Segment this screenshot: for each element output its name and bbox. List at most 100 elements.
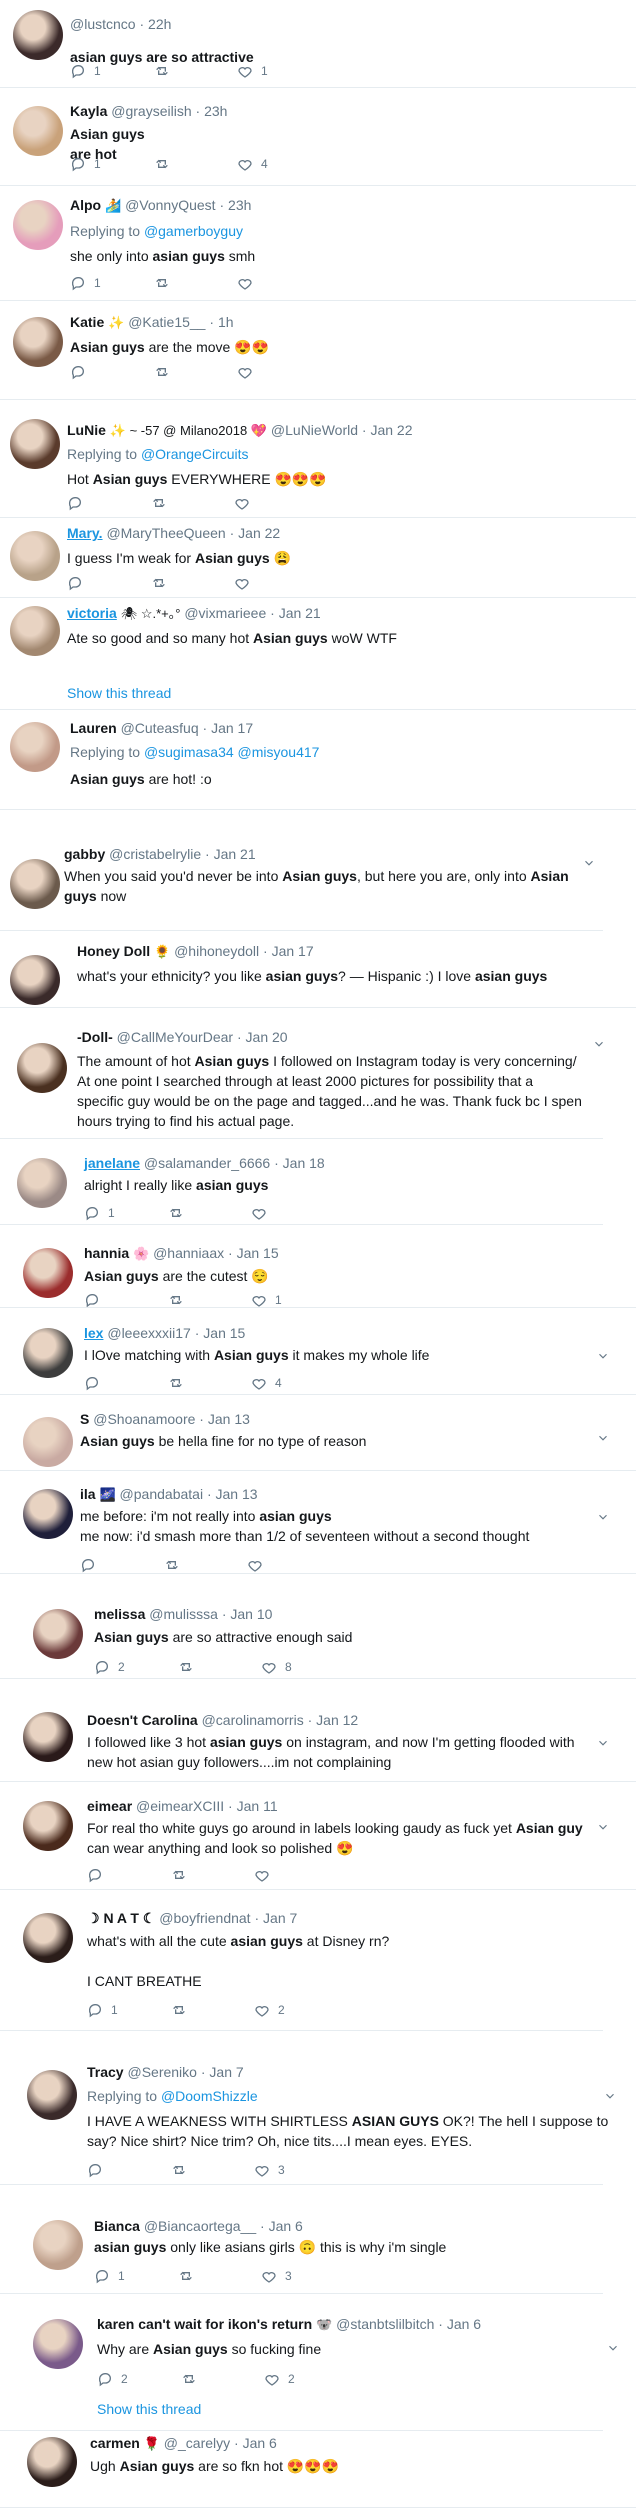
retweet-button[interactable] (151, 494, 175, 512)
display-name[interactable]: Honey Doll (77, 943, 150, 959)
display-name[interactable]: Alpo (70, 197, 101, 213)
chevron-down-icon[interactable] (596, 1431, 610, 1445)
chevron-down-icon[interactable] (596, 1349, 610, 1363)
display-name[interactable]: Bianca (94, 2218, 140, 2234)
tweet[interactable]: eimear @eimearXCIII · Jan 11 For real tho… (0, 1791, 636, 1890)
tweet[interactable]: Honey Doll 🌻 @hihoneydoll · Jan 17 what's… (0, 941, 636, 1008)
reply-button[interactable]: 1 (70, 155, 101, 173)
timestamp[interactable]: Jan 22 (370, 422, 412, 438)
timestamp[interactable]: Jan 18 (283, 1155, 325, 1171)
display-name[interactable]: melissa (94, 1606, 145, 1622)
timestamp[interactable]: 22h (148, 16, 171, 32)
avatar[interactable] (13, 200, 63, 250)
display-name[interactable]: janelane (84, 1155, 140, 1171)
timestamp[interactable]: Jan 10 (230, 1606, 272, 1622)
timestamp[interactable]: 1h (218, 314, 234, 330)
timestamp[interactable]: Jan 22 (238, 525, 280, 541)
tweet[interactable]: melissa @mulisssa · Jan 10 Asian guys are… (0, 1596, 636, 1679)
chevron-down-icon[interactable] (596, 1736, 610, 1750)
handle[interactable]: @stanbtslilbitch (336, 2316, 434, 2332)
chevron-down-icon[interactable] (582, 856, 596, 870)
handle[interactable]: @leeexxxii17 (107, 1325, 190, 1341)
reply-button[interactable] (80, 1556, 104, 1574)
reply-button[interactable] (87, 1866, 111, 1884)
retweet-button[interactable] (178, 2267, 202, 2285)
avatar[interactable] (33, 1609, 83, 1659)
chevron-down-icon[interactable] (603, 2089, 617, 2103)
avatar[interactable] (10, 722, 60, 772)
avatar[interactable] (10, 859, 60, 909)
timestamp[interactable]: Jan 11 (237, 1798, 278, 1814)
retweet-button[interactable] (154, 363, 178, 381)
timestamp[interactable]: Jan 17 (272, 943, 314, 959)
avatar[interactable] (13, 106, 63, 156)
avatar[interactable] (10, 606, 60, 656)
display-name[interactable]: Kayla (70, 103, 107, 119)
tweet[interactable]: carmen 🌹 @_carelyy · Jan 6 Ugh Asian guys… (0, 2431, 636, 2508)
handle[interactable]: @cristabelrylie (109, 846, 201, 862)
display-name[interactable]: -Doll- (77, 1029, 113, 1045)
replying-to-link[interactable]: @gamerboyguy (144, 223, 243, 239)
handle[interactable]: @VonnyQuest (125, 197, 216, 213)
avatar[interactable] (23, 1489, 73, 1539)
like-button[interactable]: 3 (261, 2267, 292, 2285)
avatar[interactable] (33, 2319, 83, 2369)
handle[interactable]: @Katie15__ (128, 314, 205, 330)
display-name[interactable]: LuNie (67, 422, 106, 438)
handle[interactable]: @Sereniko (127, 2064, 196, 2080)
avatar[interactable] (17, 1158, 67, 1208)
tweet[interactable]: Mary. @MaryTheeQueen · Jan 22 I guess I'm… (0, 521, 636, 598)
like-button[interactable] (234, 574, 258, 592)
retweet-button[interactable] (181, 2370, 205, 2388)
handle[interactable]: @Shoanamoore (93, 1411, 195, 1427)
display-name[interactable]: carmen (90, 2435, 140, 2451)
retweet-button[interactable] (178, 1658, 202, 1676)
retweet-button[interactable] (151, 574, 175, 592)
handle[interactable]: @Biancaortega__ (144, 2218, 256, 2234)
timestamp[interactable]: Jan 20 (246, 1029, 288, 1045)
timestamp[interactable]: Jan 15 (237, 1245, 279, 1261)
reply-button[interactable]: 1 (87, 2001, 118, 2019)
retweet-button[interactable] (154, 62, 178, 80)
reply-button[interactable]: 1 (70, 62, 101, 80)
handle[interactable]: @eimearXCIII (136, 1798, 224, 1814)
handle[interactable]: @hihoneydoll (174, 943, 259, 959)
reply-button[interactable] (70, 363, 94, 381)
avatar[interactable] (10, 955, 60, 1005)
chevron-down-icon[interactable] (596, 1820, 610, 1834)
reply-button[interactable] (67, 494, 91, 512)
timestamp[interactable]: Jan 15 (203, 1325, 245, 1341)
timestamp[interactable]: 23h (204, 103, 227, 119)
timestamp[interactable]: Jan 13 (216, 1486, 258, 1502)
avatar[interactable] (10, 419, 60, 469)
handle[interactable]: @carolinamorris (202, 1712, 304, 1728)
handle[interactable]: @vixmarieee (184, 605, 266, 621)
like-button[interactable]: 1 (251, 1291, 282, 1308)
chevron-down-icon[interactable] (606, 2341, 620, 2355)
tweet[interactable]: ☽ N A T ☾ @boyfriendnat · Jan 7 what's wi… (0, 1903, 636, 2031)
tweet[interactable]: gabby @cristabelrylie · Jan 21 When you s… (0, 838, 636, 931)
handle[interactable]: @lustcnco (70, 16, 136, 32)
timestamp[interactable]: Jan 7 (263, 1910, 297, 1926)
avatar[interactable] (23, 1417, 73, 1467)
reply-button[interactable]: 1 (94, 2267, 125, 2285)
avatar[interactable] (23, 1248, 73, 1298)
avatar[interactable] (13, 317, 63, 367)
tweet[interactable]: -Doll- @CallMeYourDear · Jan 20 The amoun… (0, 1024, 636, 1139)
like-button[interactable] (234, 494, 258, 512)
avatar[interactable] (13, 10, 63, 60)
reply-button[interactable]: 1 (70, 274, 101, 292)
reply-button[interactable]: 2 (97, 2370, 128, 2388)
chevron-down-icon[interactable] (592, 1037, 606, 1051)
handle[interactable]: @mulisssa (149, 1606, 218, 1622)
timestamp[interactable]: Jan 6 (269, 2218, 303, 2234)
like-button[interactable]: 4 (237, 155, 268, 173)
timestamp[interactable]: Jan 12 (316, 1712, 358, 1728)
avatar[interactable] (27, 2070, 77, 2120)
display-name[interactable]: karen can't wait for ikon's return (97, 2316, 312, 2332)
display-name[interactable]: eimear (87, 1798, 132, 1814)
reply-button[interactable] (84, 1374, 108, 1392)
timestamp[interactable]: 23h (228, 197, 251, 213)
tweet[interactable]: janelane @salamander_6666 · Jan 18 alrigh… (0, 1142, 636, 1225)
like-button[interactable] (237, 363, 261, 381)
